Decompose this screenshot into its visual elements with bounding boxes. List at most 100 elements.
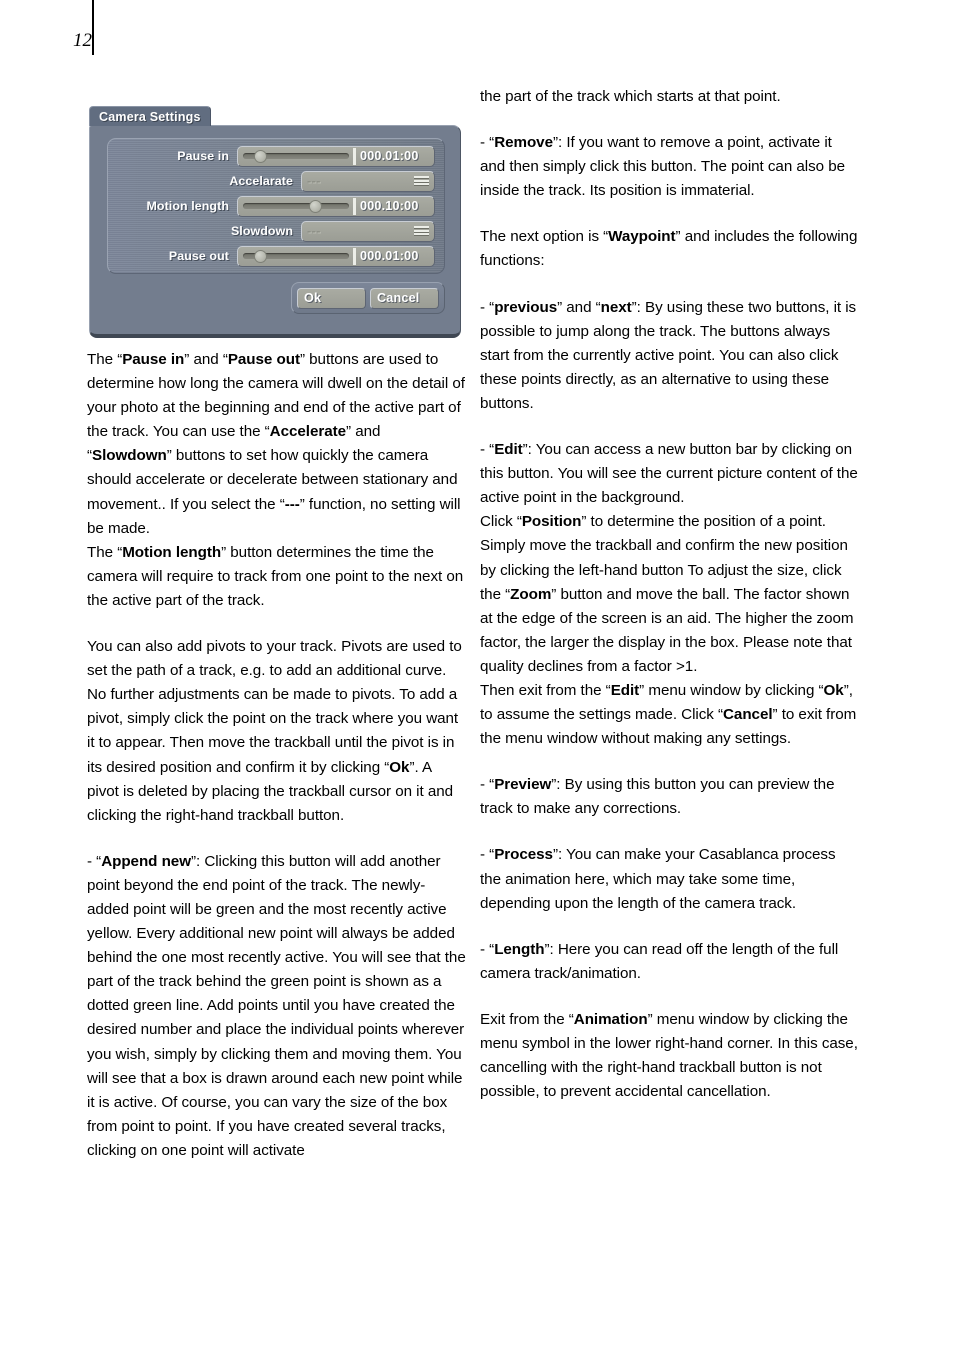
setting-row-pause-in: Pause in 000.01:00: [117, 144, 435, 168]
text-fragment: Exit from the “: [480, 1010, 574, 1028]
dialog-body: Pause in 000.01:00 Accelarate --- Motion…: [89, 125, 461, 338]
paragraph-motion-length: The “Motion length” button determines th…: [87, 541, 467, 613]
term-slowdown: Slowdown: [92, 447, 167, 465]
dialog-title-tab: Camera Settings: [89, 106, 211, 126]
slider-separator-motion-length: [353, 197, 356, 215]
text-fragment: Click “: [480, 513, 522, 531]
paragraph-previous-next: - “previous” and “next”: By using these …: [480, 296, 860, 416]
slider-knob-pause-out[interactable]: [254, 249, 268, 263]
slider-track-area-pause-out[interactable]: [241, 247, 351, 266]
paragraph-pivots: You can also add pivots to your track. P…: [87, 635, 467, 828]
term-next: next: [600, 298, 632, 316]
dropdown-value-accelarate: ---: [307, 174, 321, 188]
paragraph-position-zoom: Click “Position” to determine the positi…: [480, 510, 860, 679]
right-text-column: the part of the track which starts at th…: [480, 0, 860, 1126]
term-zoom: Zoom: [510, 585, 552, 603]
cancel-button[interactable]: Cancel: [370, 287, 439, 309]
slider-pause-in[interactable]: 000.01:00: [237, 145, 435, 167]
slider-value-pause-in: 000.01:00: [360, 149, 419, 163]
row-label-pause-out: Pause out: [168, 249, 229, 263]
text-fragment: - “: [480, 846, 495, 864]
slider-track-area-pause-in[interactable]: [241, 147, 351, 166]
paragraph-exit-edit: Then exit from the “Edit” menu window by…: [480, 679, 860, 751]
term-preview: Preview: [494, 776, 552, 794]
text-fragment: - “: [480, 298, 495, 316]
dialog-button-bar: Ok Cancel: [291, 282, 445, 314]
term-accelerate: Accelerate: [269, 423, 347, 441]
text-fragment: Then exit from the “: [480, 681, 611, 699]
paragraph-exit-animation: Exit from the “Animation” menu window by…: [480, 1008, 860, 1104]
paragraph-length: - “Length”: Here you can read off the le…: [480, 938, 860, 986]
paragraph-process: - “Process”: You can make your Casablanc…: [480, 843, 860, 915]
term-previous: previous: [494, 298, 558, 316]
term-append-new: Append new: [101, 852, 191, 870]
text-fragment: - “: [87, 852, 102, 870]
paragraph-waypoint-intro: The next option is “Waypoint” and includ…: [480, 225, 860, 273]
slider-knob-pause-in[interactable]: [254, 149, 268, 163]
camera-settings-figure: Camera Settings Pause in 000.01:00 Accel…: [89, 106, 461, 338]
slider-separator-pause-out: [353, 247, 356, 265]
term-pause-in: Pause in: [122, 351, 185, 368]
row-label-motion-length: Motion length: [146, 199, 229, 213]
right-column-top-spacer: [480, 0, 860, 85]
term-process: Process: [494, 846, 553, 864]
cancel-button-label: Cancel: [377, 291, 420, 305]
hamburger-icon: [414, 226, 429, 236]
paragraph-pause-in-out: The “Pause in” and “Pause out” buttons a…: [87, 348, 467, 541]
paragraph-preview: - “Preview”: By using this button you ca…: [480, 773, 860, 821]
slider-track-area-motion-length[interactable]: [241, 197, 351, 216]
slider-pause-out[interactable]: 000.01:00: [237, 245, 435, 267]
term-remove: Remove: [494, 134, 553, 152]
dialog-title-label: Camera Settings: [99, 109, 201, 124]
text-fragment: ” and “: [557, 298, 601, 316]
text-fragment: - “: [480, 776, 495, 794]
row-label-pause-in: Pause in: [177, 149, 229, 163]
term-motion-length: Motion length: [122, 543, 222, 561]
slider-track-motion-length: [243, 203, 349, 209]
text-fragment: The “: [87, 543, 123, 561]
paragraph-append-new: - “Append new”: Clicking this button wil…: [87, 850, 467, 1163]
text-fragment: ”: You can access a new button bar by cl…: [480, 441, 858, 507]
slider-separator-pause-in: [353, 147, 356, 165]
row-label-accelarate: Accelarate: [229, 174, 293, 188]
slider-motion-length[interactable]: 000.10:00: [237, 195, 435, 217]
hamburger-icon: [414, 176, 429, 186]
text-fragment: ” menu window by clicking “: [639, 681, 824, 699]
term-edit: Edit: [494, 441, 523, 459]
text-fragment: The “: [87, 351, 123, 368]
dropdown-value-slowdown: ---: [307, 224, 321, 238]
term-waypoint: Waypoint: [608, 228, 676, 246]
term-animation: Animation: [573, 1010, 648, 1028]
term-edit: Edit: [610, 681, 640, 699]
text-fragment: You can also add pivots to your track. P…: [87, 638, 462, 776]
setting-row-accelarate: Accelarate ---: [117, 169, 435, 193]
term-length: Length: [494, 940, 545, 958]
row-label-slowdown: Slowdown: [230, 224, 293, 238]
paragraph-remove: - “Remove”: If you want to remove a poin…: [480, 131, 860, 203]
text-fragment: - “: [480, 940, 495, 958]
text-fragment: The next option is “: [480, 228, 609, 246]
dropdown-slowdown[interactable]: ---: [301, 220, 435, 242]
paragraph-track-continuation: the part of the track which starts at th…: [480, 88, 781, 105]
slider-value-motion-length: 000.10:00: [360, 199, 419, 213]
slider-value-pause-out: 000.01:00: [360, 249, 419, 263]
term-dashes: ---: [284, 495, 300, 513]
dropdown-accelarate[interactable]: ---: [301, 170, 435, 192]
text-fragment: ” and “: [184, 351, 228, 368]
term-position: Position: [521, 513, 582, 531]
term-cancel: Cancel: [723, 706, 773, 724]
ok-button[interactable]: Ok: [297, 287, 366, 309]
setting-row-pause-out: Pause out 000.01:00: [117, 244, 435, 268]
term-pause-out: Pause out: [227, 351, 300, 368]
term-ok: Ok: [823, 681, 844, 699]
ok-button-label: Ok: [304, 291, 322, 305]
slider-knob-motion-length[interactable]: [309, 199, 323, 213]
text-fragment: ”: Clicking this button will add another…: [87, 852, 466, 1159]
setting-row-slowdown: Slowdown ---: [117, 219, 435, 243]
settings-panel: Pause in 000.01:00 Accelarate --- Motion…: [107, 138, 445, 274]
paragraph-edit: - “Edit”: You can access a new button ba…: [480, 438, 860, 510]
text-fragment: - “: [480, 441, 495, 459]
text-fragment: - “: [480, 134, 495, 152]
setting-row-motion-length: Motion length 000.10:00: [117, 194, 435, 218]
term-ok: Ok: [389, 758, 410, 776]
